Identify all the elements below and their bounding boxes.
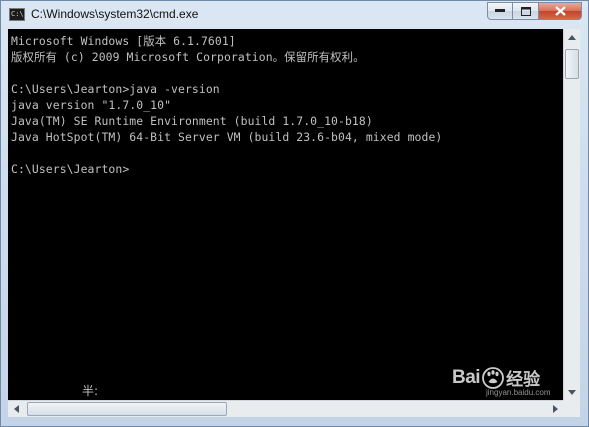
scroll-up-button[interactable]	[564, 29, 580, 45]
watermark-suffix: 经验	[506, 370, 541, 389]
scroll-down-button[interactable]	[564, 384, 580, 400]
window-title: C:\Windows\system32\cmd.exe	[31, 7, 199, 21]
caption-buttons	[487, 2, 582, 20]
baidu-paw-icon	[482, 366, 504, 389]
horizontal-scrollbar[interactable]	[8, 400, 563, 417]
scroll-right-button[interactable]	[547, 401, 563, 417]
horizontal-scroll-thumb[interactable]	[27, 402, 227, 416]
close-icon	[554, 6, 566, 16]
scroll-up-icon	[568, 34, 576, 40]
maximize-icon	[520, 6, 531, 16]
close-button[interactable]	[539, 2, 582, 20]
minimize-icon	[495, 9, 505, 12]
scroll-down-icon	[568, 389, 576, 395]
watermark-url: jingyan.baidu.com	[486, 388, 551, 397]
minimize-button[interactable]	[487, 2, 513, 20]
scroll-left-button[interactable]	[8, 401, 24, 417]
maximize-button[interactable]	[513, 2, 539, 20]
console-output[interactable]: Microsoft Windows [版本 6.1.7601] 版权所有 (c)…	[8, 29, 563, 400]
baidu-watermark: Bai 经验	[452, 365, 540, 390]
cmd-window: C:\ C:\Windows\system32\cmd.exe Microsof…	[0, 0, 589, 427]
console-line: java version "1.7.0_10"	[11, 98, 172, 112]
ime-status: 半:	[82, 384, 99, 398]
console-prompt: C:\Users\Jearton>	[11, 162, 130, 176]
vertical-scrollbar[interactable]	[563, 29, 580, 400]
console-line: 版权所有 (c) 2009 Microsoft Corporation。保留所有…	[11, 50, 365, 64]
console-line: Java(TM) SE Runtime Environment (build 1…	[11, 114, 373, 128]
scroll-left-icon	[13, 405, 19, 413]
vertical-scroll-thumb[interactable]	[565, 49, 579, 79]
scroll-right-icon	[552, 405, 558, 413]
title-bar[interactable]: C:\ C:\Windows\system32\cmd.exe	[1, 1, 588, 29]
console-line: Microsoft Windows [版本 6.1.7601]	[11, 34, 236, 48]
console-line: C:\Users\Jearton>java -version	[11, 82, 220, 96]
watermark-brand: Bai	[452, 366, 481, 388]
cmd-app-icon[interactable]: C:\	[9, 8, 25, 21]
console-line: Java HotSpot(TM) 64-Bit Server VM (build…	[11, 130, 443, 144]
size-grip[interactable]	[563, 400, 580, 417]
